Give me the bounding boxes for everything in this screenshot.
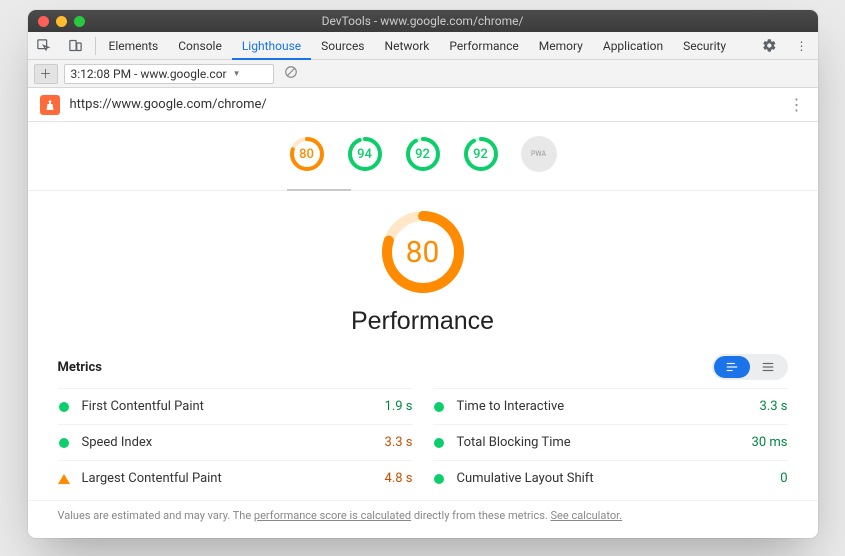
metric-row: Speed Index3.3 s	[58, 424, 413, 460]
metric-row: Cumulative Layout Shift0	[433, 460, 788, 496]
metrics-view-toggle[interactable]	[712, 354, 788, 380]
metric-name: Largest Contentful Paint	[82, 471, 385, 486]
metric-name: Total Blocking Time	[457, 435, 752, 450]
clear-icon[interactable]	[284, 65, 298, 82]
view-compact-button[interactable]	[750, 356, 786, 378]
warning-triangle-icon	[58, 474, 70, 484]
report-selector-label: 3:12:08 PM - www.google.cor	[71, 67, 227, 81]
lighthouse-icon	[40, 95, 60, 115]
footnote: Values are estimated and may vary. The p…	[28, 500, 818, 538]
metric-value: 3.3 s	[760, 399, 788, 414]
divider	[95, 37, 96, 55]
metric-value: 0	[780, 471, 787, 486]
footnote-text: Values are estimated and may vary. The	[58, 509, 254, 522]
metric-row: Total Blocking Time30 ms	[433, 424, 788, 460]
see-calculator-link[interactable]: See calculator.	[551, 509, 623, 522]
window-title: DevTools - www.google.com/chrome/	[28, 14, 818, 28]
metric-row: Largest Contentful Paint4.8 s	[58, 460, 413, 496]
lighthouse-toolbar: ＋ 3:12:08 PM - www.google.cor ▼	[28, 60, 818, 88]
metric-name: First Contentful Paint	[82, 399, 385, 414]
metric-row: Time to Interactive3.3 s	[433, 388, 788, 424]
footnote-text-2: directly from these metrics.	[411, 509, 550, 522]
devtools-window: DevTools - www.google.com/chrome/ Elemen…	[28, 10, 818, 538]
metric-name: Cumulative Layout Shift	[457, 471, 781, 486]
category-gauge-1[interactable]: 94	[347, 136, 383, 172]
metrics-heading: Metrics	[58, 360, 712, 375]
tab-memory[interactable]: Memory	[529, 32, 593, 60]
tab-application[interactable]: Application	[593, 32, 673, 60]
metric-row: First Contentful Paint1.9 s	[58, 388, 413, 424]
kebab-menu-icon[interactable]: ⋮	[786, 39, 818, 53]
category-gauge-3[interactable]: 92	[463, 136, 499, 172]
metric-value: 4.8 s	[385, 471, 413, 486]
settings-gear-icon[interactable]	[754, 38, 786, 53]
performance-score-gauge: 80	[380, 209, 466, 295]
category-gauge-0[interactable]: 80	[289, 136, 325, 172]
tab-performance[interactable]: Performance	[439, 32, 528, 60]
metric-value: 30 ms	[752, 435, 788, 450]
active-category-indicator	[287, 189, 351, 191]
tab-network[interactable]: Network	[375, 32, 440, 60]
report-selector[interactable]: 3:12:08 PM - www.google.cor ▼	[64, 64, 274, 84]
category-gauge-pwa[interactable]: PWA	[521, 136, 557, 172]
metrics-header: Metrics	[28, 344, 818, 388]
inspect-element-icon[interactable]	[28, 38, 60, 53]
calc-link[interactable]: performance score is calculated	[254, 509, 411, 522]
tab-lighthouse[interactable]: Lighthouse	[232, 32, 311, 60]
pass-circle-icon	[59, 402, 69, 412]
pass-circle-icon	[434, 402, 444, 412]
metric-name: Speed Index	[82, 435, 385, 450]
tab-console[interactable]: Console	[168, 32, 232, 60]
metric-value: 3.3 s	[385, 435, 413, 450]
metric-name: Time to Interactive	[457, 399, 760, 414]
metric-value: 1.9 s	[385, 399, 413, 414]
hero-gauge-area: 80 Performance	[28, 191, 818, 344]
view-expanded-button[interactable]	[714, 356, 750, 378]
pass-circle-icon	[434, 438, 444, 448]
url-bar: https://www.google.com/chrome/ ⋮	[28, 88, 818, 122]
chevron-down-icon: ▼	[233, 69, 241, 78]
category-title: Performance	[28, 307, 818, 336]
panel-tabs: ElementsConsoleLighthouseSourcesNetworkP…	[28, 32, 818, 60]
device-toolbar-icon[interactable]	[60, 38, 92, 53]
new-report-button[interactable]: ＋	[34, 64, 58, 84]
pass-circle-icon	[59, 438, 69, 448]
tab-sources[interactable]: Sources	[311, 32, 374, 60]
metrics-grid: First Contentful Paint1.9 s Time to Inter…	[28, 388, 818, 500]
page-url: https://www.google.com/chrome/	[70, 97, 789, 112]
tab-elements[interactable]: Elements	[99, 32, 169, 60]
report-menu-icon[interactable]: ⋮	[789, 95, 806, 114]
pass-circle-icon	[434, 474, 444, 484]
category-gauges: 80 94 92 92 PWA	[28, 122, 818, 191]
performance-score-value: 80	[380, 209, 466, 295]
tab-security[interactable]: Security	[673, 32, 736, 60]
category-gauge-2[interactable]: 92	[405, 136, 441, 172]
titlebar: DevTools - www.google.com/chrome/	[28, 10, 818, 32]
